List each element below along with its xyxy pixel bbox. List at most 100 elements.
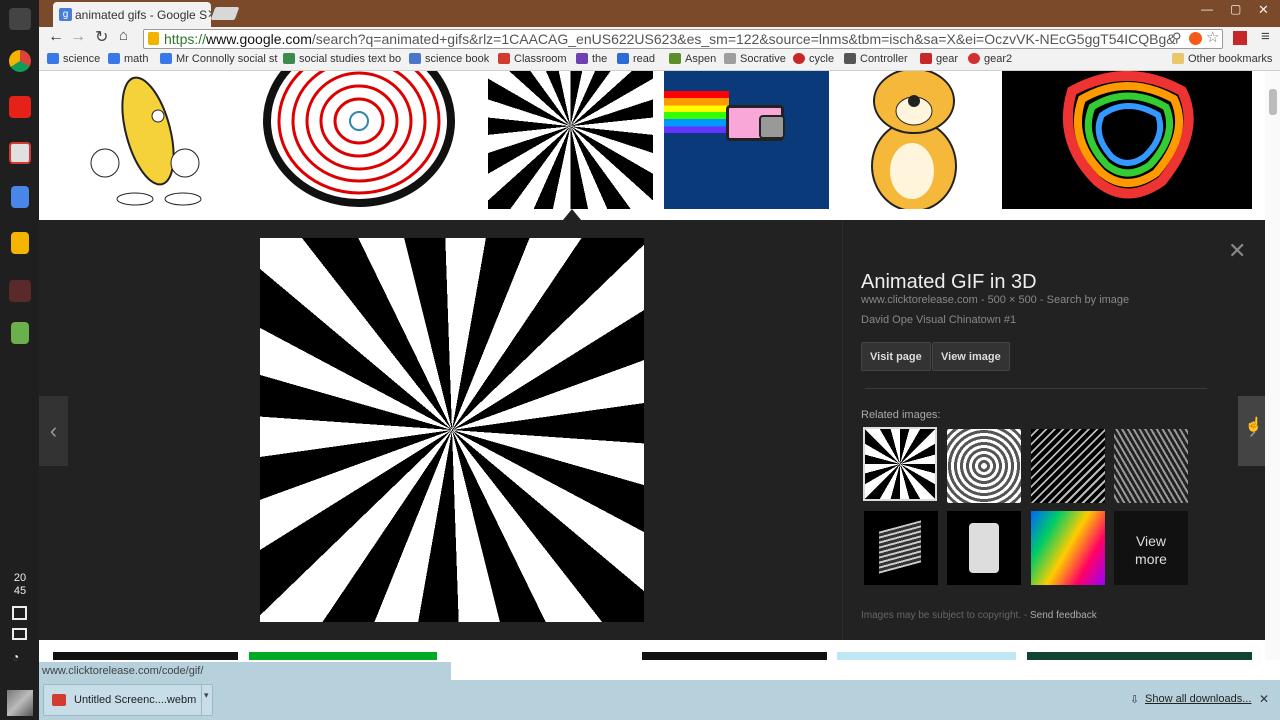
downloads-bar: Untitled Screenc....webm ▾ ⇩ Show all do…	[39, 680, 1280, 720]
search-by-image-link[interactable]: Search by image	[1047, 294, 1130, 306]
close-panel-icon[interactable]: ✕	[1228, 238, 1246, 264]
related-image[interactable]	[947, 511, 1021, 585]
download-menu-button[interactable]: ▾	[201, 684, 213, 716]
image-meta: www.clicktorelease.com - 500 × 500 - Sea…	[861, 294, 1129, 306]
bookmark-item[interactable]: cycle	[793, 53, 834, 65]
minimize-button[interactable]: —	[1201, 2, 1213, 16]
result-thumbnail[interactable]	[448, 652, 633, 660]
slides-icon[interactable]	[11, 232, 29, 254]
download-item[interactable]: Untitled Screenc....webm	[43, 684, 213, 716]
tab-active[interactable]: g animated gifs - Google S ✕	[53, 2, 217, 27]
bookmark-item[interactable]: science book	[409, 53, 489, 65]
reload-icon[interactable]: ↻	[95, 27, 108, 47]
result-thumbnail[interactable]	[837, 652, 1016, 660]
tab-title: animated gifs - Google S	[75, 8, 208, 22]
bookmark-item[interactable]: Mr Connolly social st	[160, 53, 277, 65]
separator: -	[980, 294, 988, 306]
folder-icon	[1172, 53, 1184, 64]
image-description: David Ope Visual Chinatown #1	[861, 314, 1017, 326]
extension-icon[interactable]	[1189, 32, 1202, 45]
clock[interactable]: 20 45	[8, 572, 32, 598]
bookmark-item[interactable]: read	[617, 53, 655, 65]
rainbow-twist-image	[1062, 71, 1194, 199]
result-thumbnail[interactable]	[1027, 652, 1252, 660]
related-image[interactable]	[947, 429, 1021, 503]
search-icon[interactable]: ⚲	[1172, 30, 1182, 46]
bookmark-item[interactable]: gear	[920, 53, 958, 65]
other-bookmarks[interactable]: Other bookmarks	[1172, 53, 1272, 65]
download-icon: ⇩	[1130, 694, 1140, 706]
bookmark-item[interactable]: Classroom	[498, 53, 567, 65]
scrollbar-thumb[interactable]	[1269, 89, 1277, 115]
close-downloads-icon[interactable]: ✕	[1259, 692, 1269, 706]
result-thumbnail[interactable]	[664, 71, 829, 209]
maximize-button[interactable]: ▢	[1230, 2, 1241, 16]
search-results: ‹ ✕ Animated GIF in 3D www.clicktoreleas…	[39, 71, 1280, 660]
show-all-downloads-link[interactable]: Show all downloads...	[1145, 693, 1251, 705]
menu-icon[interactable]: ≡	[1261, 28, 1270, 45]
result-thumbnail-selected[interactable]	[488, 71, 653, 209]
bookmark-icon	[968, 53, 980, 64]
home-icon[interactable]: ⌂	[119, 27, 128, 44]
related-image[interactable]	[863, 427, 937, 501]
bookmark-star-icon[interactable]: ☆	[1206, 28, 1219, 46]
prev-image-button[interactable]: ‹	[39, 396, 68, 466]
status-url: www.clicktorelease.com/code/gif/	[42, 665, 204, 677]
youtube-icon[interactable]	[9, 96, 31, 118]
google-favicon-icon: g	[59, 8, 72, 21]
wifi-icon[interactable]: ◔	[12, 650, 19, 664]
tab-strip: g animated gifs - Google S ✕ — ▢ ✕	[39, 0, 1280, 27]
bookmark-item[interactable]: the	[576, 53, 607, 65]
screencast-icon[interactable]	[9, 280, 31, 302]
view-image-button[interactable]: View image	[932, 342, 1010, 371]
new-tab-button[interactable]	[210, 7, 240, 20]
browser-toolbar: ← → ↻ ⌂ https://www.google.com/search?q=…	[39, 27, 1280, 49]
visit-page-button[interactable]: Visit page	[861, 342, 931, 371]
related-image[interactable]	[1031, 511, 1105, 585]
docs-icon[interactable]	[11, 186, 29, 208]
bookmark-icon	[576, 53, 588, 64]
apps-launcher-icon[interactable]	[9, 8, 31, 30]
gmail-icon[interactable]	[9, 142, 31, 164]
related-image[interactable]	[1114, 429, 1188, 503]
bookmark-icon	[617, 53, 629, 64]
view-more-label: View more	[1135, 533, 1167, 567]
related-images-label: Related images:	[861, 409, 941, 421]
preview-image[interactable]	[260, 238, 644, 622]
bookmark-icon	[724, 53, 736, 64]
bookmark-item[interactable]: science	[47, 53, 100, 65]
bookmark-item[interactable]: social studies text bo	[283, 53, 401, 65]
screenshot-icon[interactable]	[12, 628, 27, 640]
result-thumbnail[interactable]	[53, 71, 238, 209]
close-window-button[interactable]: ✕	[1258, 2, 1269, 18]
upload-icon[interactable]	[12, 606, 27, 620]
page-scrollbar[interactable]	[1265, 71, 1280, 660]
avatar[interactable]	[7, 690, 33, 716]
result-thumbnail[interactable]	[249, 652, 437, 660]
bookmark-item[interactable]: gear2	[968, 53, 1012, 65]
related-image[interactable]	[1031, 429, 1105, 503]
view-more-tile[interactable]: View more	[1114, 511, 1188, 585]
result-thumbnail[interactable]	[1002, 71, 1252, 209]
result-thumbnail[interactable]	[642, 652, 827, 660]
chrome-icon[interactable]	[9, 50, 31, 72]
result-thumbnail[interactable]	[840, 71, 991, 209]
bookmark-icon	[920, 53, 932, 64]
image-info: ✕ Animated GIF in 3D www.clicktorelease.…	[842, 220, 1267, 640]
bookmark-item[interactable]: Socrative	[724, 53, 786, 65]
bookmark-item[interactable]: Controller	[844, 53, 908, 65]
related-image[interactable]	[864, 511, 938, 585]
omnibox[interactable]: https://www.google.com/search?q=animated…	[143, 29, 1223, 49]
result-thumbnail[interactable]	[249, 71, 477, 209]
nyan-rainbow	[664, 91, 729, 133]
image-title[interactable]: Animated GIF in 3D	[861, 271, 1037, 294]
result-thumbnail[interactable]	[53, 652, 238, 660]
sheets-icon[interactable]	[11, 322, 29, 344]
bookmark-item[interactable]: math	[108, 53, 148, 65]
forward-icon[interactable]: →	[70, 28, 86, 46]
send-feedback-link[interactable]: Send feedback	[1030, 610, 1097, 621]
extension2-icon[interactable]	[1233, 31, 1247, 45]
bookmark-item[interactable]: Aspen	[669, 53, 716, 65]
back-icon[interactable]: ←	[48, 28, 64, 46]
source-link[interactable]: www.clicktorelease.com	[861, 294, 978, 306]
